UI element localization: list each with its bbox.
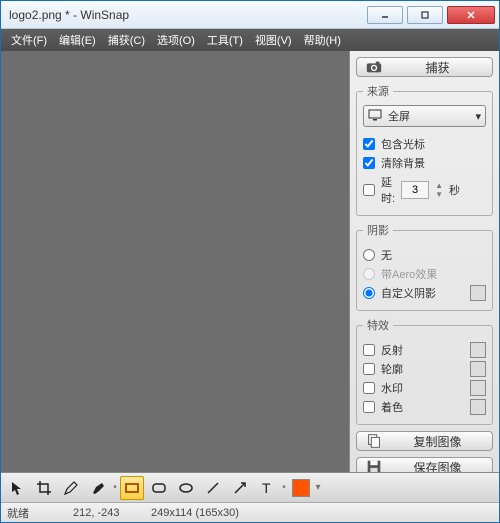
color-swatch-icon [292,479,310,497]
monitor-icon [368,108,382,125]
app-window: { "title": "logo2.png * - WinSnap", "men… [0,0,500,523]
shadow-custom-radio[interactable] [363,287,375,299]
content-area: 捕获 来源 全屏 ▾ 包含光标 清除背景 延时: ▲▼ [1,51,499,472]
line-tool[interactable] [201,476,225,500]
menu-view[interactable]: 视图(V) [249,30,298,50]
highlighter-tool[interactable] [86,476,110,500]
arrow-tool[interactable] [228,476,252,500]
svg-text:T: T [262,480,271,496]
include-cursor-label: 包含光标 [381,136,486,152]
effects-legend: 特效 [363,317,393,333]
menu-edit[interactable]: 编辑(E) [53,30,102,50]
canvas[interactable] [1,51,349,472]
rounded-rect-tool[interactable] [147,476,171,500]
watermark-label: 水印 [381,380,464,396]
titlebar: logo2.png * - WinSnap [1,1,499,29]
menu-file[interactable]: 文件(F) [5,30,53,50]
reflect-swatch[interactable] [470,342,486,358]
pen-tool[interactable] [59,476,83,500]
maximize-button[interactable] [407,6,443,24]
menu-tools[interactable]: 工具(T) [201,30,249,50]
close-button[interactable] [447,6,495,24]
outline-label: 轮廓 [381,361,464,377]
source-mode-value: 全屏 [388,108,410,124]
source-mode-dropdown[interactable]: 全屏 ▾ [363,105,486,127]
clear-bg-label: 清除背景 [381,155,486,171]
save-image-button[interactable]: 保存图像 [356,457,493,472]
shadow-group: 阴影 无 带Aero效果 自定义阴影 [356,222,493,311]
chevron-down-icon: ▾ [475,110,481,123]
color-swatch-tool[interactable] [289,476,313,500]
toolbar-dropdown-icon[interactable]: ▾ [316,476,320,500]
include-cursor-checkbox[interactable] [363,138,375,150]
spinner-arrows-icon[interactable]: ▲▼ [435,181,443,199]
delay-label: 延时: [381,174,395,206]
capture-button-label: 捕获 [391,59,484,76]
watermark-swatch[interactable] [470,380,486,396]
tint-label: 着色 [381,399,464,415]
shadow-color-swatch[interactable] [470,285,486,301]
minimize-button[interactable] [367,6,403,24]
status-dims: 249x114 (165x30) [151,507,239,519]
menu-capture[interactable]: 捕获(C) [102,30,151,50]
status-ready: 就绪 [7,505,55,521]
shadow-none-radio[interactable] [363,249,375,261]
status-bar: 就绪 212, -243 249x114 (165x30) [1,502,499,522]
copy-image-button[interactable]: 复制图像 [356,431,493,451]
rectangle-tool[interactable] [120,476,144,500]
effects-group: 特效 反射 轮廓 水印 着色 [356,317,493,425]
menu-options[interactable]: 选项(O) [151,30,201,50]
reflect-label: 反射 [381,342,464,358]
shadow-custom-label: 自定义阴影 [381,285,464,301]
copy-icon [365,432,383,450]
delay-checkbox[interactable] [363,184,375,196]
copy-image-label: 复制图像 [391,433,484,450]
side-panel: 捕获 来源 全屏 ▾ 包含光标 清除背景 延时: ▲▼ [349,51,499,472]
toolbar-separator: • [282,476,286,500]
camera-icon [365,58,383,76]
crop-tool[interactable] [32,476,56,500]
clear-bg-checkbox[interactable] [363,157,375,169]
source-group: 来源 全屏 ▾ 包含光标 清除背景 延时: ▲▼ 秒 [356,83,493,216]
shadow-none-label: 无 [381,247,486,263]
status-coords: 212, -243 [73,507,133,519]
window-title: logo2.png * - WinSnap [1,8,367,22]
text-tool[interactable]: T [255,476,279,500]
save-image-label: 保存图像 [391,459,484,473]
menubar: 文件(F) 编辑(E) 捕获(C) 选项(O) 工具(T) 视图(V) 帮助(H… [1,29,499,51]
reflect-checkbox[interactable] [363,344,375,356]
shadow-aero-radio [363,268,375,280]
capture-button[interactable]: 捕获 [356,57,493,77]
toolbar-separator: • [113,476,117,500]
shadow-legend: 阴影 [363,222,393,238]
outline-checkbox[interactable] [363,363,375,375]
delay-spinner[interactable] [401,181,429,199]
shadow-aero-label: 带Aero效果 [381,266,486,282]
drawing-toolbar: • T • ▾ [1,472,499,502]
delay-unit: 秒 [449,182,460,198]
pointer-tool[interactable] [5,476,29,500]
watermark-checkbox[interactable] [363,382,375,394]
tint-swatch[interactable] [470,399,486,415]
menu-help[interactable]: 帮助(H) [298,30,347,50]
save-icon [365,458,383,472]
outline-swatch[interactable] [470,361,486,377]
tint-checkbox[interactable] [363,401,375,413]
source-legend: 来源 [363,83,393,99]
ellipse-tool[interactable] [174,476,198,500]
